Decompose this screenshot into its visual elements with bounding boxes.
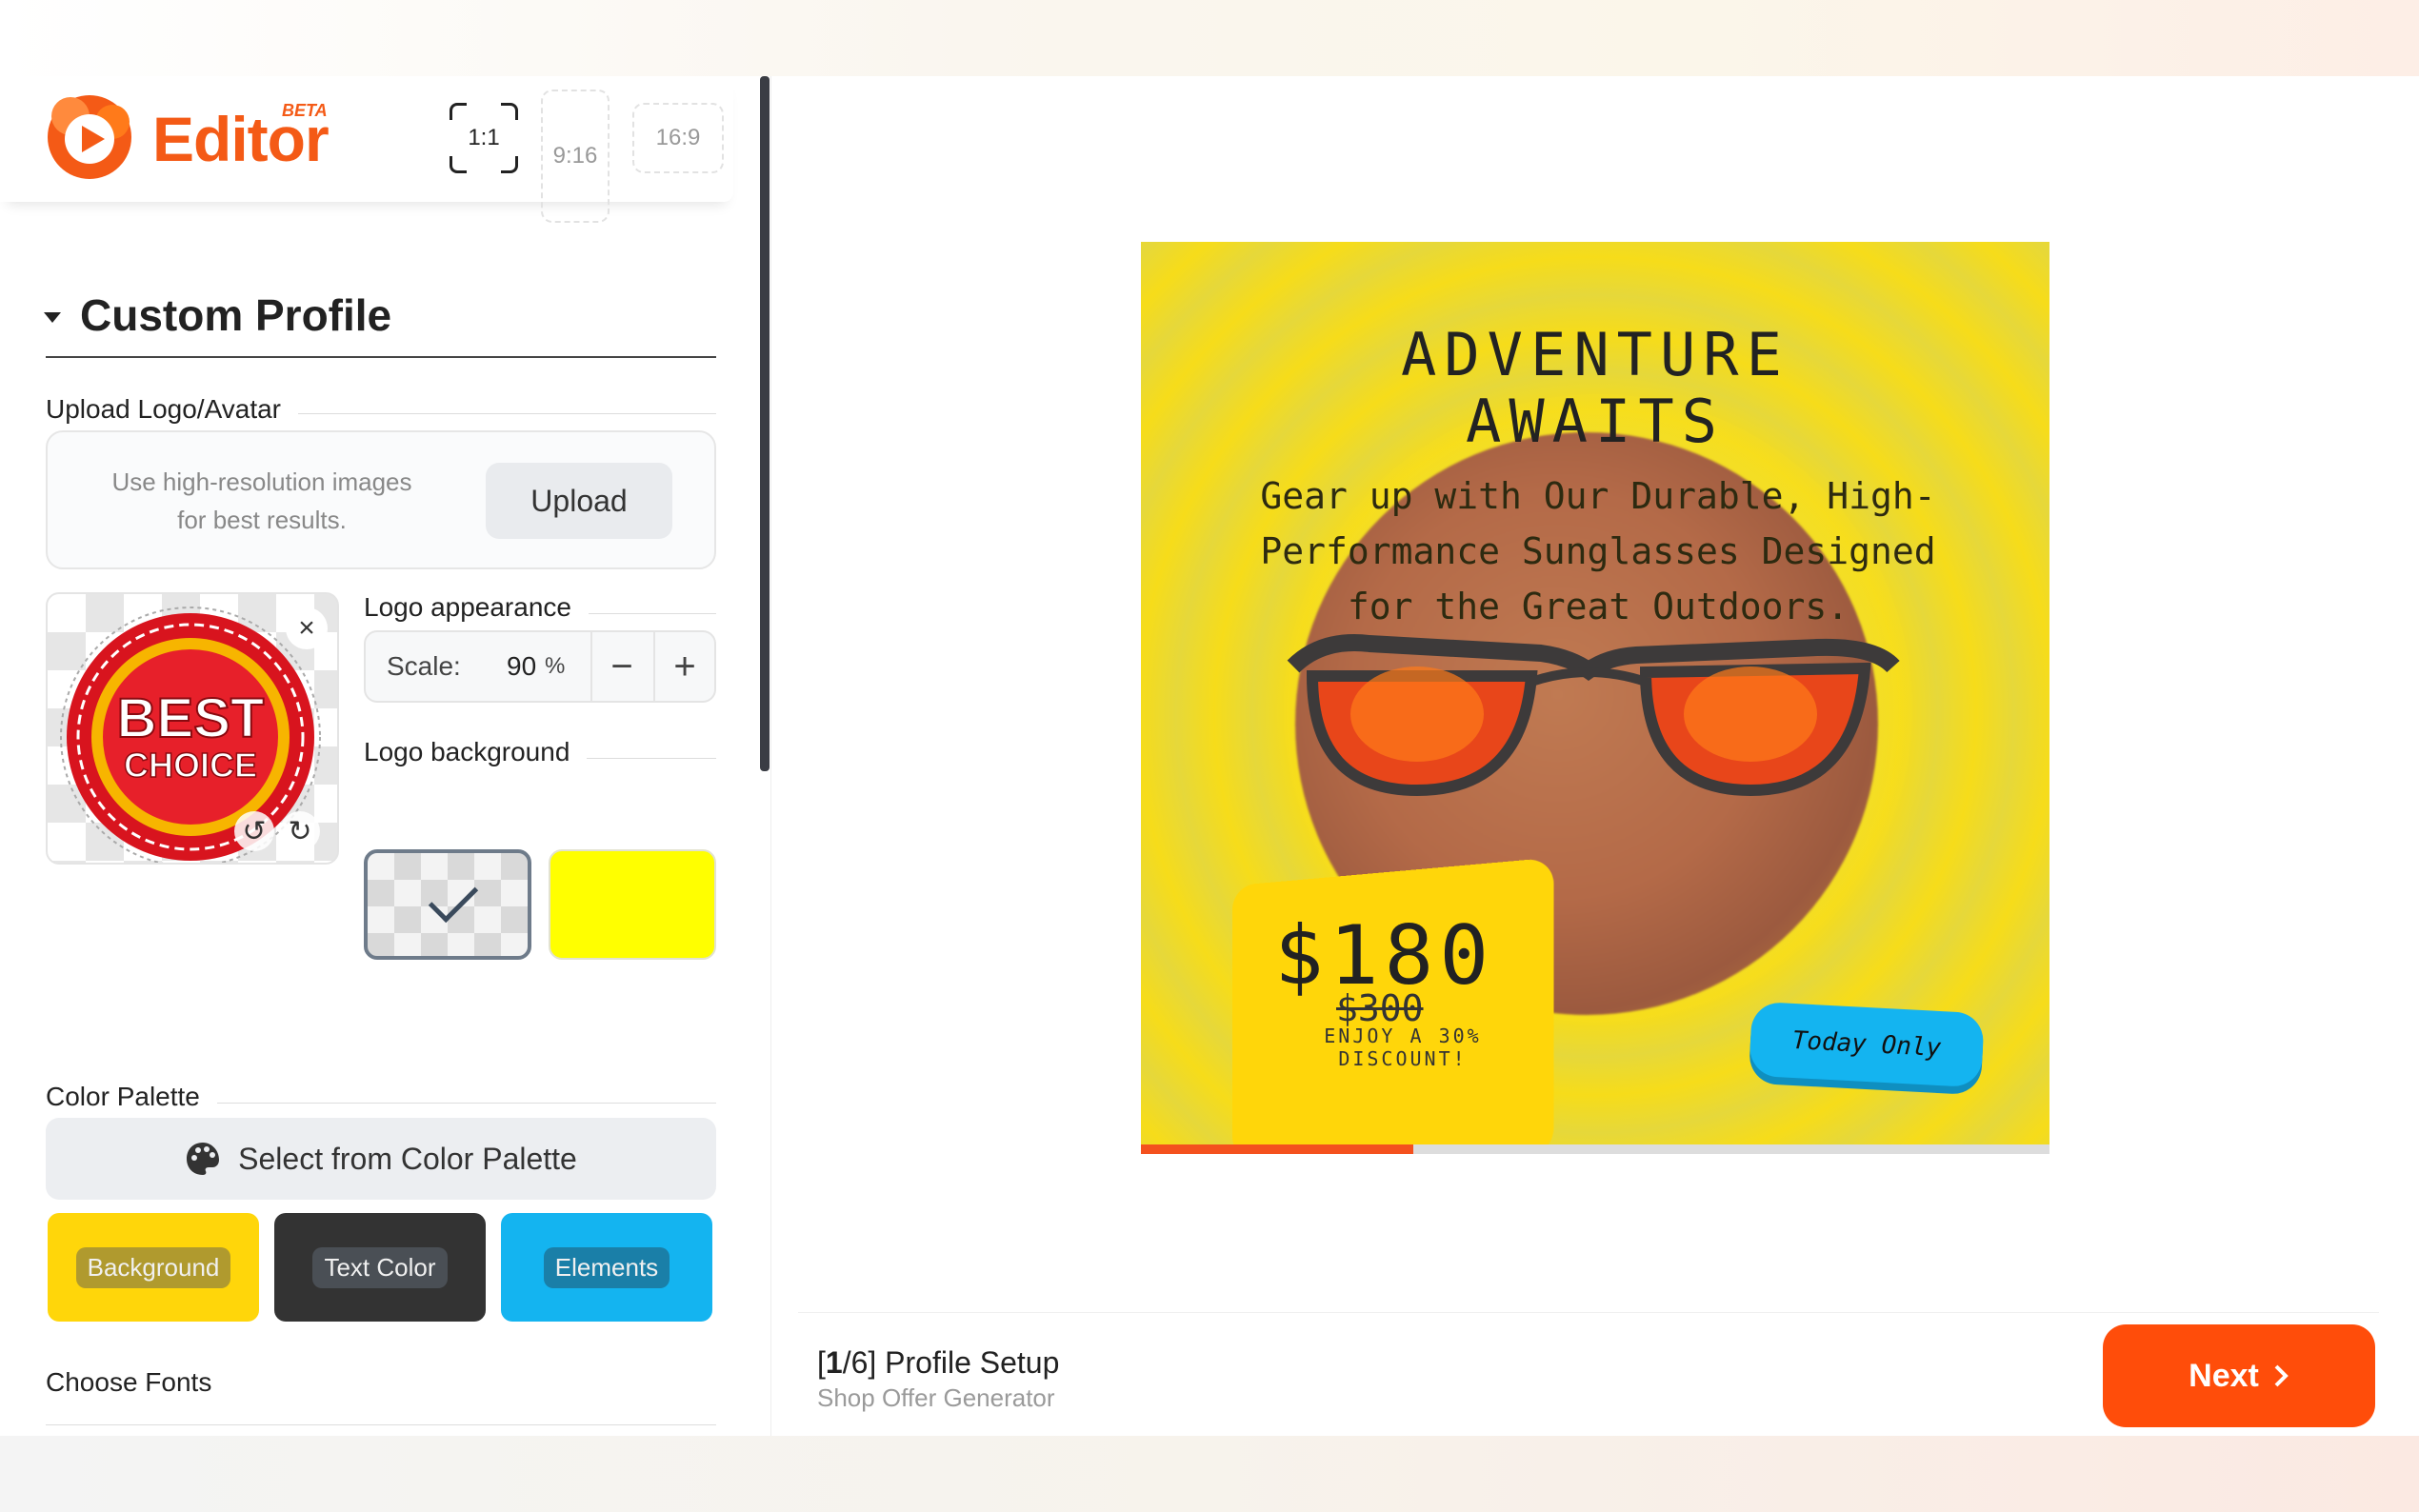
scale-label: Scale: <box>387 651 461 681</box>
app-logo-icon <box>48 95 131 179</box>
step-total: 6 <box>850 1345 869 1380</box>
elements-swatch-label: Elements <box>543 1246 670 1288</box>
step-title: [1/6] Profile Setup <box>817 1345 1060 1380</box>
section-divider <box>46 356 716 358</box>
old-price: $300 <box>1336 987 1424 1029</box>
ratio-1-1-label: 1:1 <box>468 125 500 150</box>
step-name: Profile Setup <box>885 1345 1060 1380</box>
beta-badge: BETA <box>282 101 328 120</box>
upload-label: Upload Logo/Avatar <box>46 394 298 425</box>
upload-button[interactable]: Upload <box>486 463 672 539</box>
editor-header: Editor BETA 1:1 9:16 16:9 <box>0 76 733 223</box>
scale-unit: % <box>545 653 566 679</box>
logo-appearance-label: Logo appearance <box>364 592 589 623</box>
upload-hint: Use high-resolution images for best resu… <box>111 468 412 534</box>
background-color-swatch[interactable]: Background <box>48 1213 259 1322</box>
scale-decrement-button[interactable]: − <box>590 632 651 701</box>
remove-logo-close-icon[interactable]: × <box>286 607 328 649</box>
panel-scrollbar[interactable] <box>760 76 770 771</box>
collapse-caret-icon[interactable] <box>44 312 61 323</box>
ratio-16-9-label: 16:9 <box>655 125 701 150</box>
scale-value[interactable]: 90 <box>507 651 536 682</box>
text-color-swatch[interactable]: Text Color <box>274 1213 486 1322</box>
bottom-background-band <box>0 1436 2419 1512</box>
ratio-9-16-label: 9:16 <box>552 143 598 169</box>
palette-icon <box>187 1143 220 1175</box>
discount-note: ENJOY A 30% DISCOUNT! <box>1324 1025 1482 1070</box>
select-color-palette-label: Select from Color Palette <box>238 1141 577 1176</box>
ad-headline: ADVENTURE AWAITS <box>1401 320 1789 456</box>
logo-line2-text: CHOICE <box>124 746 257 785</box>
top-background-band <box>0 0 2419 76</box>
text-color-swatch-label: Text Color <box>312 1246 448 1288</box>
scale-increment-button[interactable]: + <box>653 632 714 701</box>
chevron-right-icon <box>2274 1364 2289 1387</box>
next-label: Next <box>2189 1357 2259 1394</box>
elements-color-swatch[interactable]: Elements <box>501 1213 712 1322</box>
logo-background-label: Logo background <box>364 737 588 767</box>
logo-preview: BEST CHOICE × ↺ ↻ <box>46 592 339 865</box>
step-footer: [1/6] Profile Setup Shop Offer Generator… <box>798 1312 2379 1436</box>
section-title[interactable]: Custom Profile <box>80 289 391 341</box>
step-subtitle: Shop Offer Generator <box>817 1383 1055 1412</box>
ratio-9-16-button[interactable]: 9:16 <box>541 90 610 223</box>
logo-line1-text: BEST <box>117 687 265 749</box>
divider <box>46 1424 716 1425</box>
slideshow-progress-fill <box>1141 1144 1414 1154</box>
choose-fonts-label: Choose Fonts <box>46 1367 230 1398</box>
logo-background-transparent-option[interactable] <box>364 849 531 960</box>
next-button[interactable]: Next <box>2103 1324 2375 1427</box>
ad-subline: Gear up with Our Durable, High-Performan… <box>1260 475 1936 627</box>
ratio-16-9-button[interactable]: 16:9 <box>632 103 724 173</box>
slideshow-progress-track <box>1141 1144 2049 1154</box>
step-current: 1 <box>825 1345 843 1380</box>
logo-background-yellow-option[interactable] <box>549 849 716 960</box>
ratio-1-1-button[interactable]: 1:1 <box>450 103 518 173</box>
background-swatch-label: Background <box>75 1246 231 1288</box>
color-palette-label: Color Palette <box>46 1082 217 1112</box>
ad-preview-canvas: ADVENTURE AWAITS Gear up with Our Durabl… <box>1141 242 2049 1150</box>
check-icon <box>428 872 479 924</box>
settings-panel[interactable]: Editor BETA 1:1 9:16 16:9 Custom Profile… <box>0 76 771 1436</box>
rotate-left-icon[interactable]: ↺ <box>234 811 274 851</box>
today-only-badge: Today Only <box>1749 1001 1985 1088</box>
select-color-palette-button[interactable]: Select from Color Palette <box>46 1118 716 1200</box>
rotate-right-icon[interactable]: ↻ <box>280 811 320 851</box>
upload-dropzone[interactable]: Use high-resolution images for best resu… <box>46 430 716 569</box>
scale-control: Scale: 90 % − + <box>364 630 716 703</box>
